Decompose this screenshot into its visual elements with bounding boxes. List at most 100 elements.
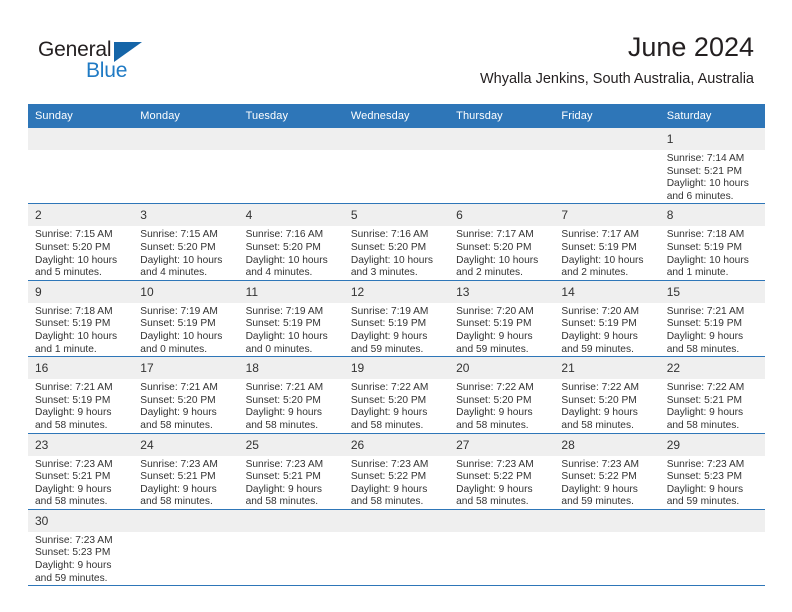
day-details: Sunrise: 7:17 AM Sunset: 5:20 PM Daylight:… (449, 226, 554, 279)
calendar-day-cell[interactable]: 29 Sunrise: 7:23 AM Sunset: 5:23 PM Dayligh… (659, 432, 765, 510)
calendar-day-cell[interactable]: 17 Sunrise: 7:21 AM Sunset: 5:20 PM Dayligh… (133, 356, 239, 433)
sunset-text: Sunset: 5:19 PM (666, 241, 743, 253)
daylight-text: Daylight: 10 hours (350, 254, 433, 266)
sunset-text: Sunset: 5:19 PM (561, 318, 637, 330)
calendar-day-cell[interactable]: 10 Sunrise: 7:19 AM Sunset: 5:19 PM Dayligh… (133, 279, 239, 357)
calendar-day-cell[interactable]: 15 Sunrise: 7:21 AM Sunset: 5:19 PM Dayligh… (659, 279, 765, 357)
day-details: Sunrise: 7:23 AM Sunset: 5:22 PM Daylight:… (344, 456, 449, 509)
sunrise-text: Sunrise: 7:15 AM (140, 229, 218, 241)
day-number (659, 509, 765, 532)
calendar-day-cell-empty (238, 508, 344, 587)
sunrise-text: Sunrise: 7:23 AM (666, 458, 745, 470)
sunset-text: Sunset: 5:20 PM (245, 394, 321, 406)
day-number: 9 (28, 280, 134, 303)
day-number: 28 (554, 433, 660, 456)
calendar-day-cell[interactable]: 12 Sunrise: 7:19 AM Sunset: 5:19 PM Dayligh… (343, 279, 450, 357)
daylight-text: Daylight: 10 hours (35, 254, 118, 266)
calendar-day-cell[interactable]: 28 Sunrise: 7:23 AM Sunset: 5:22 PM Dayligh… (554, 432, 660, 510)
day-details: Sunrise: 7:21 AM Sunset: 5:20 PM Daylight:… (239, 379, 344, 432)
sunrise-text: Sunrise: 7:19 AM (140, 305, 218, 317)
daylight-text-cont: and 58 minutes. (245, 419, 319, 431)
calendar-day-cell[interactable]: 16 Sunrise: 7:21 AM Sunset: 5:19 PM Dayligh… (28, 356, 134, 433)
calendar-week-row: 16 Sunrise: 7:21 AM Sunset: 5:19 PM Dayligh… (28, 356, 765, 433)
day-details: Sunrise: 7:20 AM Sunset: 5:19 PM Daylight:… (449, 303, 554, 356)
calendar-day-cell-empty (554, 508, 660, 587)
calendar-day-cell[interactable]: 20 Sunrise: 7:22 AM Sunset: 5:20 PM Dayligh… (449, 356, 555, 433)
sunrise-text: Sunrise: 7:22 AM (666, 382, 745, 394)
calendar-day-cell[interactable]: 19 Sunrise: 7:22 AM Sunset: 5:20 PM Dayligh… (343, 356, 450, 433)
daylight-text-cont: and 59 minutes. (35, 572, 108, 584)
daylight-text-cont: and 1 minute. (35, 343, 97, 355)
sunset-text: Sunset: 5:19 PM (561, 241, 637, 253)
daylight-text: Daylight: 9 hours (666, 330, 744, 342)
calendar-day-cell[interactable]: 24 Sunrise: 7:23 AM Sunset: 5:21 PM Dayligh… (133, 432, 239, 510)
calendar-day-cell[interactable]: 14 Sunrise: 7:20 AM Sunset: 5:19 PM Dayligh… (554, 279, 660, 357)
calendar-page: General Blue June 2024 Whyalla Jenkins, … (0, 0, 792, 612)
sunrise-text: Sunrise: 7:23 AM (350, 458, 429, 470)
sunrise-text: Sunrise: 7:23 AM (456, 458, 534, 470)
calendar-day-cell[interactable]: 18 Sunrise: 7:21 AM Sunset: 5:20 PM Dayligh… (238, 356, 344, 433)
day-number: 4 (238, 204, 344, 227)
sunrise-text: Sunrise: 7:18 AM (35, 305, 113, 317)
day-number: 17 (133, 357, 239, 380)
sunrise-text: Sunrise: 7:20 AM (561, 305, 639, 317)
calendar-day-cell[interactable]: 27 Sunrise: 7:23 AM Sunset: 5:22 PM Dayligh… (449, 432, 555, 510)
calendar-day-cell[interactable]: 4 Sunrise: 7:16 AM Sunset: 5:20 PM Daylight… (238, 203, 344, 281)
sunrise-text: Sunrise: 7:21 AM (35, 382, 113, 394)
calendar-day-cell[interactable]: 30 Sunrise: 7:23 AM Sunset: 5:23 PM Dayligh… (28, 508, 134, 587)
calendar-day-cell[interactable]: 13 Sunrise: 7:20 AM Sunset: 5:19 PM Dayligh… (449, 279, 555, 357)
daylight-text-cont: and 58 minutes. (666, 419, 740, 431)
sunset-text: Sunset: 5:19 PM (35, 394, 111, 406)
day-number: 20 (449, 357, 555, 380)
day-number: 15 (659, 280, 765, 303)
daylight-text-cont: and 0 minutes. (140, 343, 208, 355)
daylight-text: Daylight: 9 hours (245, 483, 323, 495)
daylight-text-cont: and 58 minutes. (456, 496, 529, 508)
calendar-day-cell[interactable]: 26 Sunrise: 7:23 AM Sunset: 5:22 PM Dayligh… (343, 432, 450, 510)
daylight-text-cont: and 58 minutes. (140, 419, 213, 431)
calendar-day-cell[interactable]: 21 Sunrise: 7:22 AM Sunset: 5:20 PM Dayligh… (554, 356, 660, 433)
calendar-day-cell-empty (133, 508, 239, 587)
day-details: Sunrise: 7:21 AM Sunset: 5:19 PM Daylight:… (28, 379, 133, 432)
daylight-text: Daylight: 10 hours (561, 254, 644, 266)
daylight-text-cont: and 59 minutes. (561, 343, 634, 355)
calendar-day-cell[interactable]: 2 Sunrise: 7:15 AM Sunset: 5:20 PM Daylight… (28, 203, 134, 281)
calendar-day-cell[interactable]: 6 Sunrise: 7:17 AM Sunset: 5:20 PM Daylight… (449, 203, 555, 281)
day-number: 30 (28, 509, 134, 532)
calendar-day-cell[interactable]: 5 Sunrise: 7:16 AM Sunset: 5:20 PM Daylight… (343, 203, 450, 281)
calendar-day-cell[interactable]: 11 Sunrise: 7:19 AM Sunset: 5:19 PM Dayligh… (238, 279, 344, 357)
day-details: Sunrise: 7:23 AM Sunset: 5:23 PM Daylight:… (28, 532, 133, 585)
sunset-text: Sunset: 5:21 PM (35, 471, 111, 483)
brand-logo[interactable]: General Blue (38, 38, 158, 86)
weekday-header-wednesday: Wednesday (343, 104, 450, 128)
calendar-day-cell[interactable]: 25 Sunrise: 7:23 AM Sunset: 5:21 PM Dayligh… (238, 432, 344, 510)
daylight-text: Daylight: 10 hours (140, 254, 223, 266)
sunrise-text: Sunrise: 7:22 AM (561, 382, 639, 394)
daylight-text: Daylight: 9 hours (35, 407, 112, 419)
calendar-week-row: 9 Sunrise: 7:18 AM Sunset: 5:19 PM Daylight… (28, 279, 765, 357)
calendar-day-cell[interactable]: 3 Sunrise: 7:15 AM Sunset: 5:20 PM Daylight… (133, 203, 239, 281)
day-number: 14 (554, 280, 660, 303)
calendar-day-cell[interactable]: 1 Sunrise: 7:14 AM Sunset: 5:21 PM Daylight… (659, 128, 765, 204)
title-block: June 2024 Whyalla Jenkins, South Austral… (480, 30, 754, 90)
daylight-text-cont: and 58 minutes. (561, 419, 634, 431)
day-number: 29 (659, 433, 765, 456)
sunset-text: Sunset: 5:21 PM (666, 165, 743, 177)
sunset-text: Sunset: 5:19 PM (666, 318, 743, 330)
daylight-text-cont: and 58 minutes. (140, 496, 213, 508)
calendar-day-cell[interactable]: 9 Sunrise: 7:18 AM Sunset: 5:19 PM Daylight… (28, 279, 134, 357)
calendar-day-cell[interactable]: 22 Sunrise: 7:22 AM Sunset: 5:21 PM Dayligh… (659, 356, 765, 433)
daylight-text: Daylight: 9 hours (666, 407, 744, 419)
calendar-day-cell[interactable]: 8 Sunrise: 7:18 AM Sunset: 5:19 PM Daylight… (659, 203, 765, 281)
calendar-day-cell[interactable]: 7 Sunrise: 7:17 AM Sunset: 5:19 PM Daylight… (554, 203, 660, 281)
sunrise-text: Sunrise: 7:19 AM (245, 305, 324, 317)
daylight-text: Daylight: 9 hours (350, 330, 428, 342)
sunset-text: Sunset: 5:21 PM (245, 471, 321, 483)
page-subtitle: Whyalla Jenkins, South Australia, Austra… (479, 71, 754, 87)
weekday-header-thursday: Thursday (449, 104, 555, 128)
sunset-text: Sunset: 5:20 PM (245, 241, 321, 253)
calendar-day-cell[interactable]: 23 Sunrise: 7:23 AM Sunset: 5:21 PM Dayligh… (28, 432, 134, 510)
day-details: Sunrise: 7:20 AM Sunset: 5:19 PM Daylight:… (554, 303, 659, 356)
daylight-text-cont: and 6 minutes. (666, 190, 734, 202)
sunset-text: Sunset: 5:22 PM (561, 471, 637, 483)
